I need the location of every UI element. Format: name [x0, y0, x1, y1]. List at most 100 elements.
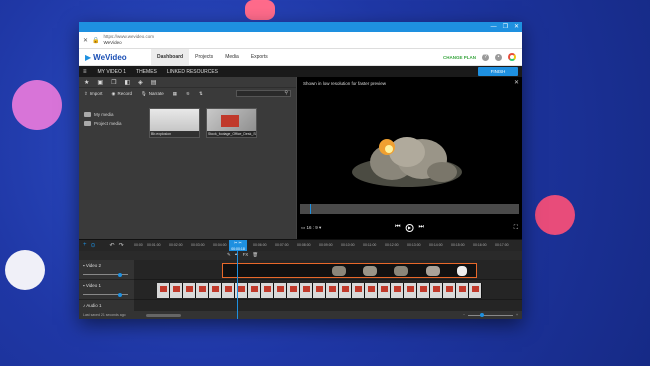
clip-frame — [417, 283, 430, 298]
search-input[interactable]: ⚲ — [236, 90, 291, 97]
time-tick: 00:17:00 — [495, 243, 509, 247]
trash-icon[interactable]: 🗑 — [252, 252, 258, 258]
help-icon[interactable]: ? — [482, 53, 489, 61]
scrubber-position[interactable] — [310, 204, 311, 214]
preview-panel: Shown in low resolution for faster previ… — [296, 77, 522, 239]
skip-back-icon[interactable]: ⏮ — [395, 224, 400, 232]
track-lane[interactable] — [134, 280, 522, 300]
clip-frame — [378, 283, 391, 298]
change-plan-link[interactable]: CHANGE PLAN — [443, 55, 476, 60]
media-icon[interactable]: ▣ — [97, 79, 103, 86]
playhead-line[interactable] — [237, 251, 238, 319]
magnet-icon[interactable]: ⊙ — [91, 242, 96, 249]
volume-slider[interactable] — [83, 292, 128, 297]
volume-knob[interactable] — [118, 292, 122, 297]
clip-frame — [391, 283, 404, 298]
thumbnail-object — [221, 115, 239, 127]
time-tick: 00:02:00 — [169, 243, 183, 247]
redo-icon[interactable]: ↷ — [119, 242, 124, 249]
track-header: ▪ Video 2 — [79, 260, 134, 280]
play-button[interactable]: ▶ — [405, 224, 414, 232]
layers-icon[interactable]: ◧ — [124, 79, 130, 86]
tab-themes[interactable]: THEMES — [131, 69, 162, 75]
clip-tools: ✎ ✒ FX 🗑 — [227, 252, 258, 258]
clip-frame — [443, 283, 456, 298]
tab-my-video[interactable]: MY VIDEO 1 — [93, 69, 132, 75]
effects-icon[interactable]: ◈ — [138, 79, 143, 86]
track-lane[interactable] — [134, 260, 522, 280]
import-button[interactable]: ⇪ Import — [84, 91, 103, 97]
media-thumbnail[interactable]: Stock_footage_Office_Desk_Shot.mp4 — [206, 108, 257, 138]
record-icon: ◉ — [111, 90, 116, 96]
record-button[interactable]: ◉ Record — [112, 91, 132, 97]
transitions-icon[interactable]: ▤ — [151, 79, 157, 86]
tab-projects[interactable]: Projects — [189, 49, 219, 65]
undo-icon[interactable]: ↶ — [110, 242, 115, 249]
explosion-clip[interactable] — [222, 263, 477, 278]
sort-icon[interactable]: ⇅ — [199, 91, 203, 97]
fx-button[interactable]: FX — [243, 252, 249, 258]
volume-knob[interactable] — [118, 272, 122, 277]
grid-view-icon[interactable]: ▦ — [173, 91, 177, 97]
avatar[interactable] — [508, 53, 516, 61]
track-header: ▪ Video 1 — [79, 280, 134, 300]
folder-my-media[interactable]: My media — [84, 110, 122, 119]
media-thumbnail[interactable]: Bb.explosion — [149, 108, 200, 138]
close-icon[interactable]: ✕ — [514, 79, 519, 86]
preview-scrubber[interactable] — [300, 204, 519, 214]
clip-frame — [456, 283, 469, 298]
tab-exports[interactable]: Exports — [245, 49, 274, 65]
zoom-out-icon[interactable]: − — [463, 313, 465, 317]
close-window-button[interactable]: ✕ — [514, 22, 519, 32]
copy-icon[interactable]: ❐ — [111, 79, 116, 86]
track-name-label: Video 1 — [85, 283, 102, 288]
tab-media[interactable]: Media — [219, 49, 245, 65]
volume-slider[interactable] — [83, 272, 128, 277]
minimize-button[interactable]: — — [491, 22, 497, 32]
playhead-cut-icon: ✂ ✂ — [234, 240, 242, 245]
tab-dashboard[interactable]: Dashboard — [151, 49, 190, 65]
clip-frame — [331, 265, 346, 276]
url-text-block[interactable]: https://www.wevideo.com WeVideo — [104, 34, 155, 46]
clip-frame — [394, 265, 409, 276]
time-tick: 00:12:00 — [385, 243, 399, 247]
notification-bell-icon[interactable]: • — [495, 53, 502, 61]
window-titlebar: — ❐ ✕ — [79, 22, 522, 32]
search-icon: ⚲ — [284, 90, 288, 96]
skip-forward-icon[interactable]: ⏭ — [419, 224, 424, 232]
clip-frame — [363, 265, 378, 276]
timeline-panel: + ⊙ ↶ ↷ 00:00 00:01:00 00:02:00 00:03:00… — [79, 239, 522, 319]
timeline-ruler[interactable]: + ⊙ ↶ ↷ 00:00 00:01:00 00:02:00 00:03:00… — [79, 240, 522, 251]
filter-icon[interactable]: ⚟ — [186, 91, 190, 97]
clip-frame — [313, 283, 326, 298]
office-desk-clip[interactable] — [157, 283, 482, 298]
browser-window: — ❐ ✕ ✕ 🔒 https://www.wevideo.com WeVide… — [79, 22, 522, 319]
fullscreen-icon[interactable]: ⛶ — [514, 225, 518, 232]
time-tick: 00:10:00 — [341, 243, 355, 247]
close-tab-icon[interactable]: ✕ — [83, 37, 88, 44]
playhead-timecode: 00:00:18 — [231, 247, 245, 251]
hamburger-menu-icon[interactable]: ≡ — [83, 69, 87, 75]
zoom-slider[interactable] — [467, 313, 513, 317]
finish-button[interactable]: FINISH — [478, 67, 518, 76]
maximize-button[interactable]: ❐ — [503, 22, 508, 32]
aspect-ratio-value: 16 : 9 — [306, 225, 318, 230]
track-name: ▪ Video 1 — [83, 283, 101, 288]
aspect-ratio-select[interactable]: ▭ 16 : 9 ▾ — [301, 225, 321, 231]
zoom-knob[interactable] — [479, 313, 484, 317]
horizontal-scrollbar[interactable] — [145, 313, 181, 317]
clip-frame — [170, 283, 183, 298]
tab-linked-resources[interactable]: LINKED RESOURCES — [162, 69, 223, 75]
page-title: WeVideo — [103, 40, 122, 45]
track-name-label: Audio 1 — [86, 303, 102, 308]
pencil-icon[interactable]: ✎ — [227, 252, 231, 258]
folder-icon — [84, 121, 91, 126]
narrate-button[interactable]: 🎙 Narrate — [141, 91, 164, 97]
add-track-icon[interactable]: + — [83, 242, 87, 249]
wevideo-logo[interactable]: ▶ WeVideo — [85, 53, 151, 62]
clip-frame — [261, 283, 274, 298]
star-icon[interactable]: ★ — [84, 79, 89, 86]
playhead-handle[interactable]: ✂ ✂ 00:00:18 — [229, 240, 247, 251]
zoom-in-icon[interactable]: + — [516, 313, 518, 317]
folder-project-media[interactable]: Project media — [84, 119, 122, 128]
